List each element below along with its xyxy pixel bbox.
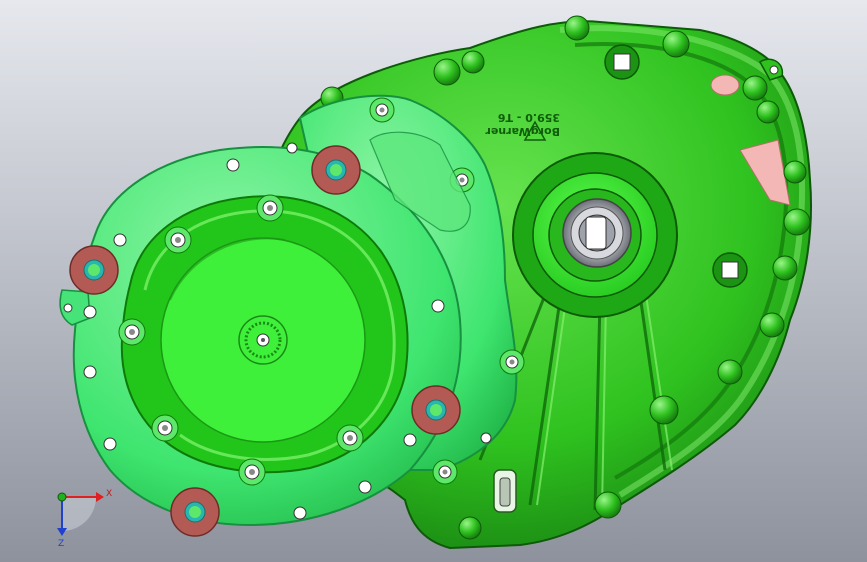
cad-3d-viewport[interactable]: 359.0 - T6 BorgWarner X Z [0,0,867,562]
dowel-ring-right[interactable] [411,385,461,435]
square-port-right [712,252,748,288]
model-scene[interactable]: 359.0 - T6 BorgWarner X Z [0,0,867,562]
output-bearing[interactable] [562,198,632,268]
square-port-top [604,44,640,80]
dowel-ring-top[interactable] [311,145,361,195]
x-axis-label: X [106,489,112,499]
breather-fitting [493,469,517,513]
pink-section-face [710,74,740,96]
dowel-ring-left[interactable] [69,245,119,295]
z-axis-label: Z [58,539,64,549]
casting-part-number: 359.0 - T6 [497,111,560,124]
casting-brand: BorgWarner [485,125,560,138]
cover-left-tab-hole [63,303,73,313]
y-axis-origin [57,492,67,502]
input-shaft-dot [261,338,265,342]
output-shaft-spline [585,216,607,250]
dowel-ring-bottom[interactable] [170,487,220,537]
